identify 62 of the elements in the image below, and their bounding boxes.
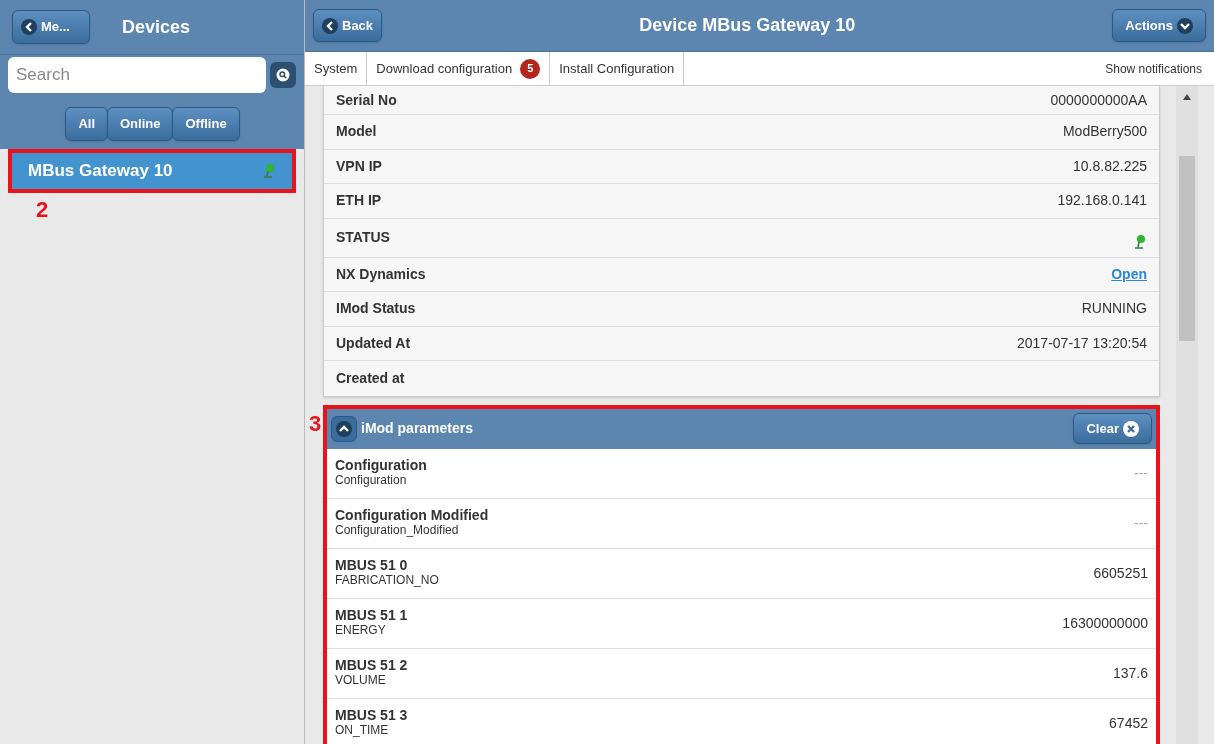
parameter-key: Configuration (335, 473, 427, 488)
section-title: iMod parameters (361, 419, 474, 438)
count-badge: 5 (520, 58, 541, 79)
info-value: 192.168.0.141 (1057, 191, 1147, 211)
notifications-link[interactable]: Show notifications (1105, 59, 1202, 78)
chevron-left-icon (21, 19, 37, 35)
page-title: Device MBus Gateway 10 (639, 14, 856, 37)
info-label: Model (336, 122, 377, 142)
info-label: IMod Status (336, 299, 416, 319)
parameter-name: MBUS 51 0 (335, 558, 409, 573)
info-value: 0000000000AA (1050, 90, 1147, 110)
parameter-key: ENERGY (335, 623, 408, 638)
tab[interactable]: Download configuration 5 (367, 52, 551, 85)
parameter-value: 6605251 (1093, 563, 1148, 583)
parameter-name: MBUS 51 1 (335, 608, 408, 623)
info-label: NX Dynamics (336, 264, 426, 284)
clear-button[interactable]: Clear (1073, 412, 1152, 445)
search-button[interactable] (270, 62, 296, 88)
parameter-name: Configuration Modified (335, 508, 489, 523)
chevron-up-icon (336, 420, 352, 437)
info-label: VPN IP (336, 156, 382, 176)
actions-button[interactable]: Actions (1112, 8, 1206, 43)
back-button[interactable]: Back (313, 8, 383, 43)
parameter-key: Configuration_Modified (335, 523, 489, 538)
parameter-name: Configuration (335, 458, 427, 473)
open-link[interactable]: Open (1111, 263, 1147, 285)
info-label: ETH IP (336, 191, 382, 211)
search-icon (276, 68, 290, 82)
search-field[interactable]: Search (8, 57, 266, 93)
parameter-value: 16300000000 (1062, 613, 1148, 633)
parameter-value: --- (1134, 463, 1148, 483)
info-label: Serial No (336, 90, 397, 110)
parameter-value: 67452 (1109, 713, 1148, 733)
info-value: RUNNING (1081, 299, 1147, 319)
scrollbar-thumb[interactable] (1179, 156, 1195, 341)
tab[interactable]: Install Configuration (550, 52, 685, 85)
parameter-value: 137.6 (1112, 663, 1148, 683)
parameter-key: ON_TIME (335, 723, 408, 738)
parameter-key: VOLUME (335, 673, 408, 688)
filter-button[interactable]: Offline (172, 107, 240, 141)
chevron-down-icon (1177, 17, 1193, 34)
parameter-name: MBUS 51 3 (335, 708, 408, 723)
parameter-value: --- (1134, 513, 1148, 533)
parameter-key: FABRICATION_NO (335, 573, 439, 588)
info-value: 10.8.82.225 (1073, 156, 1147, 176)
info-value: 2017-07-17 13:20:54 (1017, 333, 1147, 353)
info-label: Created at (336, 368, 405, 388)
info-value: ModBerry500 (1062, 122, 1147, 142)
filter-button[interactable]: Online (107, 107, 174, 141)
back-button[interactable]: Me... (12, 10, 90, 44)
close-icon (1123, 420, 1139, 437)
tab[interactable]: System (305, 52, 368, 85)
info-label: Updated At (336, 333, 411, 353)
parameter-name: MBUS 51 2 (335, 658, 408, 673)
info-label: STATUS (336, 227, 390, 247)
chevron-left-icon (322, 17, 338, 34)
scroll-up-icon[interactable] (1183, 94, 1191, 100)
collapse-button[interactable] (331, 415, 357, 442)
filter-button[interactable]: All (65, 107, 108, 141)
annotation-number: 3 (309, 409, 323, 438)
annotation-number: 2 (36, 195, 50, 224)
sidebar-title: Devices (122, 15, 191, 39)
